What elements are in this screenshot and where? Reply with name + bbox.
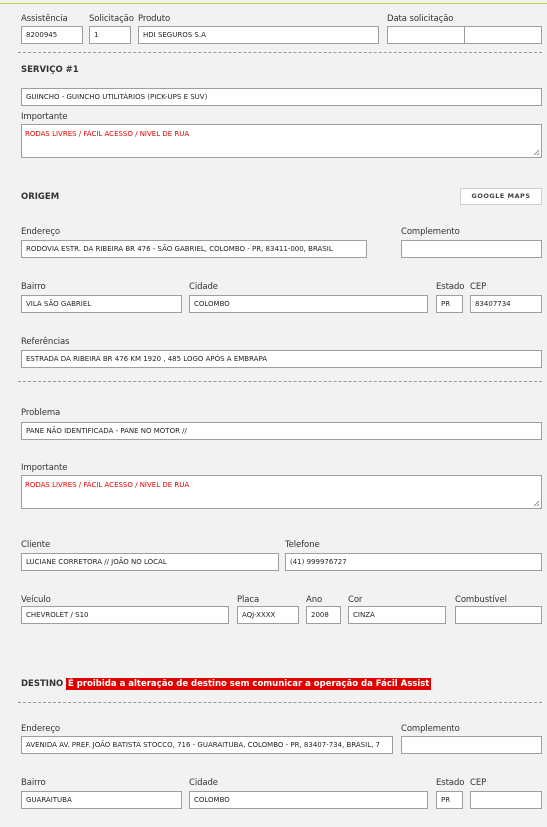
destino-cidade-label: Cidade	[189, 778, 218, 788]
problema-importante-label: Importante	[21, 463, 68, 473]
placa-field[interactable]: AQJ-XXXX	[237, 606, 299, 624]
destino-cep-label: CEP	[470, 778, 487, 788]
destino-complemento-field[interactable]	[401, 736, 542, 754]
destino-endereco-label: Endereço	[21, 724, 60, 734]
origem-bairro-label: Bairro	[21, 282, 46, 292]
origem-bairro-field[interactable]: VILA SÃO GABRIEL	[21, 295, 182, 313]
google-maps-button[interactable]: GOOGLE MAPS	[460, 188, 542, 205]
origem-estado-label: Estado	[436, 282, 465, 292]
divider	[18, 52, 542, 53]
cor-label: Cor	[348, 595, 363, 605]
data-solicitacao-field[interactable]	[387, 26, 465, 44]
destino-bairro-label: Bairro	[21, 778, 46, 788]
origem-endereco-field[interactable]: RODOVIA ESTR. DA RIBEIRA BR 476 - SÃO GA…	[21, 240, 367, 258]
combustivel-label: Combustível	[455, 595, 507, 605]
cliente-field[interactable]: LUCIANE CORRETORA // JOÃO NO LOCAL	[21, 553, 279, 571]
origem-title: ORIGEM	[21, 192, 60, 202]
hora-solicitacao-field[interactable]	[464, 26, 542, 44]
produto-label: Produto	[138, 14, 171, 24]
origem-complemento-label: Complemento	[401, 227, 460, 237]
problema-importante-text: RODAS LIVRES / FÁCIL ACESSO / NÍVEL DE R…	[25, 481, 190, 489]
divider	[18, 381, 542, 382]
telefone-label: Telefone	[285, 540, 320, 550]
origem-complemento-field[interactable]	[401, 240, 542, 258]
assistencia-label: Assistência	[21, 14, 68, 24]
telefone-field[interactable]: (41) 999976727	[285, 553, 542, 571]
origem-cidade-label: Cidade	[189, 282, 218, 292]
veiculo-label: Veículo	[21, 595, 51, 605]
destino-bairro-field[interactable]: GUARAITUBA	[21, 791, 182, 809]
destino-cidade-field[interactable]: COLOMBO	[189, 791, 428, 809]
combustivel-field[interactable]	[455, 606, 542, 624]
referencias-label: Referências	[21, 337, 70, 347]
destino-estado-label: Estado	[436, 778, 465, 788]
ano-label: Ano	[306, 595, 323, 605]
assistencia-field[interactable]: 8200945	[21, 26, 83, 44]
resize-grip-icon[interactable]	[533, 149, 540, 156]
servico-importante-textarea[interactable]: RODAS LIVRES / FÁCIL ACESSO / NÍVEL DE R…	[21, 124, 542, 158]
destino-warning-badge: É proibida a alteração de destino sem co…	[66, 678, 432, 690]
veiculo-field[interactable]: CHEVROLET / S10	[21, 606, 229, 624]
placa-label: Placa	[237, 595, 260, 605]
origem-cep-label: CEP	[470, 282, 487, 292]
servico-tipo-field[interactable]: GUINCHO - GUINCHO UTILITÁRIOS (PICK-UPS …	[21, 88, 542, 106]
problema-label: Problema	[21, 408, 61, 418]
solicitacao-field[interactable]: 1	[89, 26, 131, 44]
servico-importante-text: RODAS LIVRES / FÁCIL ACESSO / NÍVEL DE R…	[25, 130, 190, 138]
origem-cidade-field[interactable]: COLOMBO	[189, 295, 428, 313]
destino-cep-field[interactable]	[470, 791, 542, 809]
produto-field[interactable]: HDI SEGUROS S.A	[138, 26, 379, 44]
cliente-label: Cliente	[21, 540, 51, 550]
origem-estado-field[interactable]: PR	[436, 295, 463, 313]
resize-grip-icon[interactable]	[533, 500, 540, 507]
destino-title: DESTINO	[21, 679, 64, 689]
origem-endereco-label: Endereço	[21, 227, 60, 237]
ano-field[interactable]: 2008	[306, 606, 341, 624]
solicitacao-label: Solicitação	[89, 14, 134, 24]
servico-title: SERVIÇO #1	[21, 65, 79, 75]
referencias-field[interactable]: ESTRADA DA RIBEIRA BR 476 KM 1920 , 485 …	[21, 350, 542, 368]
origem-cep-field[interactable]: 83407734	[470, 295, 542, 313]
problema-importante-textarea[interactable]: RODAS LIVRES / FÁCIL ACESSO / NÍVEL DE R…	[21, 475, 542, 509]
problema-field[interactable]: PANE NÃO IDENTIFICADA - PANE NO MOTOR //	[21, 422, 542, 440]
divider	[18, 702, 542, 703]
cor-field[interactable]: CINZA	[348, 606, 446, 624]
top-accent-bar	[0, 0, 547, 4]
servico-importante-label: Importante	[21, 112, 68, 122]
data-solicitacao-label: Data solicitação	[387, 14, 454, 24]
destino-complemento-label: Complemento	[401, 724, 460, 734]
destino-estado-field[interactable]: PR	[436, 791, 463, 809]
destino-endereco-field[interactable]: AVENIDA AV. PREF. JOÃO BATISTA STOCCO, 7…	[21, 736, 393, 754]
